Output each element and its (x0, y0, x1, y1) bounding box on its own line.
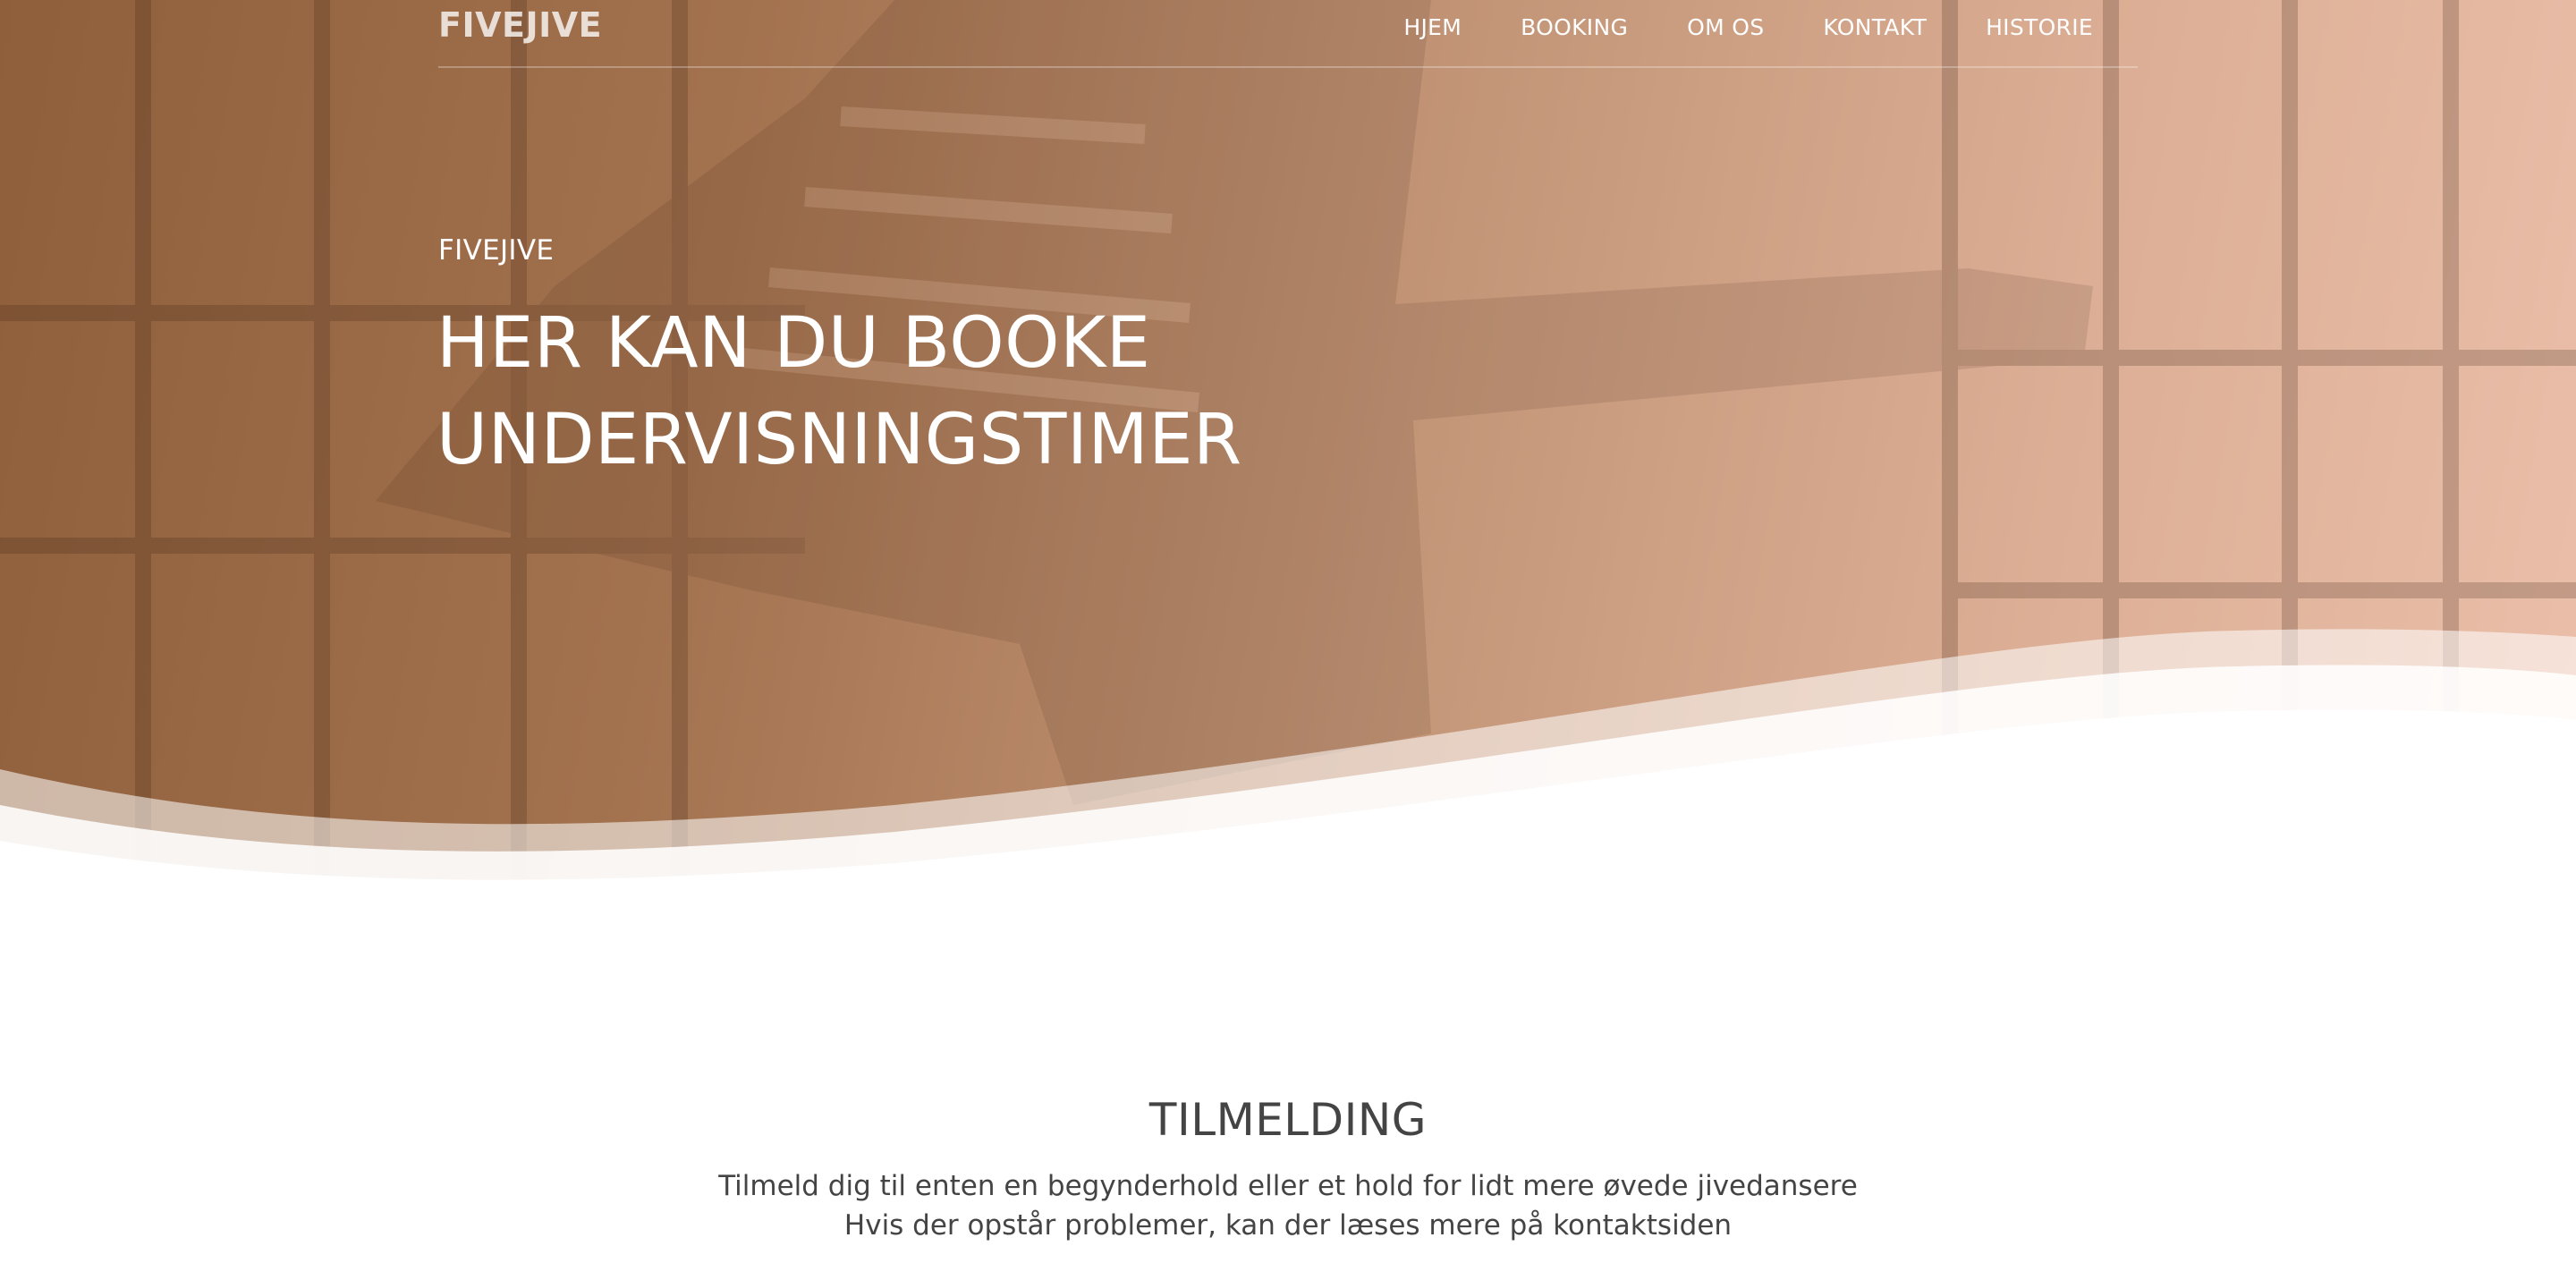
hero-title: HER KAN DU BOOKE UNDERVISNINGSTIMER (436, 295, 1599, 488)
nav-link-hjem[interactable]: HJEM (1403, 14, 1462, 40)
signup-title: TILMELDING (1148, 1094, 1428, 1146)
signup-help-text: Hvis der opstår problemer, kan der læses… (843, 1209, 1733, 1242)
nav-link-booking[interactable]: BOOKING (1521, 14, 1628, 40)
nav-link-om-os[interactable]: OM OS (1687, 14, 1764, 40)
hero-title-line-1: HER KAN DU BOOKE (436, 303, 1151, 384)
signup-description: Tilmeld dig til enten en begynderhold el… (718, 1170, 1858, 1202)
top-navigation: FIVEJIVE HJEM BOOKING OM OS KONTAKT HIST… (438, 0, 2138, 68)
signup-section: TILMELDING Tilmeld dig til enten en begy… (0, 1073, 2576, 1245)
hero-title-line-2: UNDERVISNINGSTIMER (436, 400, 1242, 480)
hero-section: FIVEJIVE HJEM BOOKING OM OS KONTAKT HIST… (0, 0, 2576, 948)
nav-links: HJEM BOOKING OM OS KONTAKT HISTORIE (1344, 14, 2093, 40)
nav-link-historie[interactable]: HISTORIE (1986, 14, 2093, 40)
hero-eyebrow: FIVEJIVE (438, 234, 555, 267)
page: FIVEJIVE HJEM BOOKING OM OS KONTAKT HIST… (0, 0, 2576, 1263)
site-logo[interactable]: FIVEJIVE (438, 5, 602, 45)
nav-link-kontakt[interactable]: KONTAKT (1823, 14, 1927, 40)
